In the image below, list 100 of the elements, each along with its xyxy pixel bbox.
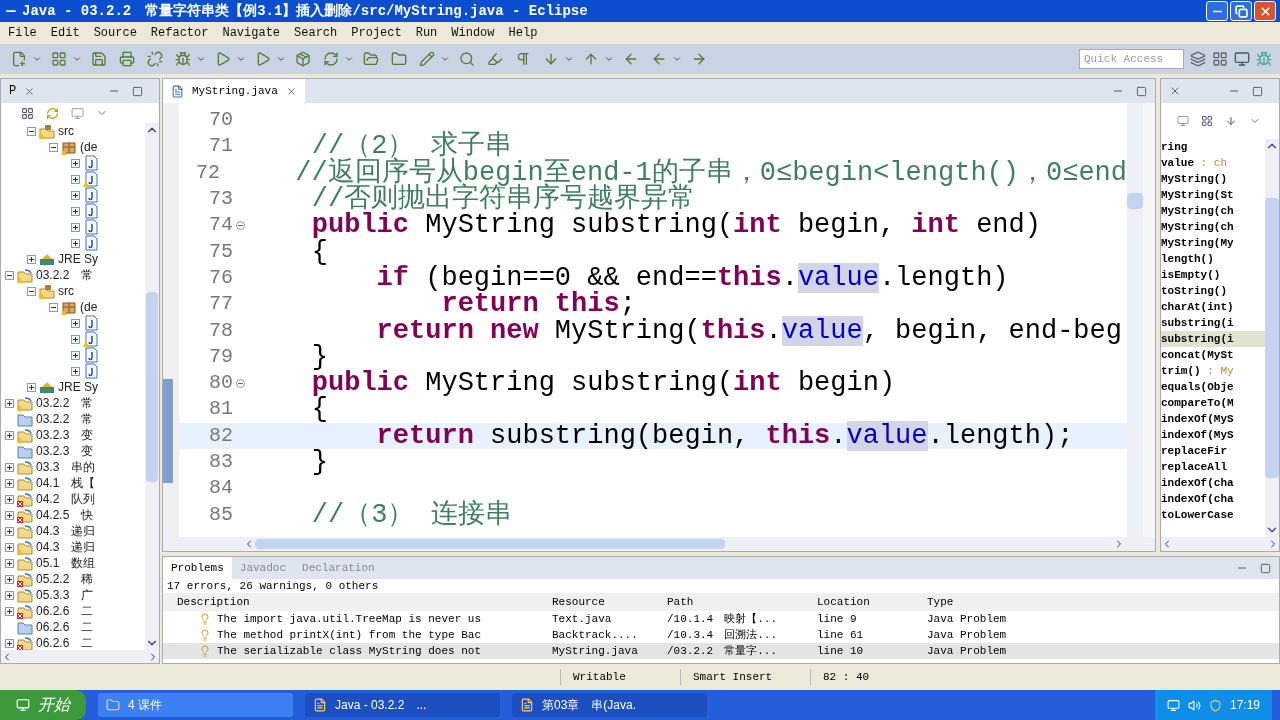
- outline-item[interactable]: substring(i: [1161, 315, 1265, 331]
- tree-item-label[interactable]: 04.2.5 快: [36, 506, 94, 524]
- collapse-icon[interactable]: [27, 286, 36, 296]
- close-icon[interactable]: [24, 85, 36, 97]
- expand-icon[interactable]: [5, 558, 14, 568]
- outline-item[interactable]: substring(i: [1161, 331, 1265, 347]
- expand-icon[interactable]: [27, 254, 36, 264]
- column-header[interactable]: Path: [667, 593, 817, 611]
- expand-icon[interactable]: [5, 398, 14, 408]
- outline-item[interactable]: trim() : My: [1161, 363, 1265, 379]
- outline-item[interactable]: toString(): [1161, 283, 1265, 299]
- quick-access-field[interactable]: Quick Access: [1079, 49, 1184, 69]
- tree-item-label[interactable]: 06.2.6 二: [36, 602, 94, 620]
- tree-item-label[interactable]: 03.3 串的: [36, 458, 96, 476]
- collapse-all-icon[interactable]: [21, 106, 34, 120]
- scrollbar[interactable]: [145, 123, 159, 650]
- expand-icon[interactable]: [5, 606, 14, 616]
- close-button[interactable]: [1254, 1, 1276, 21]
- outline-item[interactable]: toLowerCase: [1161, 507, 1265, 523]
- horizontal-scrollbar[interactable]: [163, 537, 1155, 551]
- outline-item[interactable]: MyString(My: [1161, 235, 1265, 251]
- outline-item[interactable]: indexOf(MyS: [1161, 411, 1265, 427]
- collapse-icon[interactable]: [49, 142, 58, 152]
- outline-item[interactable]: isEmpty(): [1161, 267, 1265, 283]
- tree-item-label[interactable]: src: [58, 123, 74, 140]
- expand-icon[interactable]: [27, 382, 36, 392]
- tree-item-label[interactable]: JRE Sy: [58, 378, 98, 396]
- menu-item[interactable]: Run: [415, 24, 438, 42]
- perspective-icon[interactable]: [1190, 51, 1206, 67]
- horizontal-scrollbar[interactable]: [1161, 537, 1279, 551]
- scrollbar[interactable]: [1127, 103, 1143, 537]
- menu-item[interactable]: Project: [351, 24, 402, 42]
- outline-item[interactable]: ring: [1161, 139, 1265, 155]
- minimize-button[interactable]: [1206, 1, 1228, 21]
- column-header[interactable]: Description: [177, 593, 552, 611]
- menu-item[interactable]: Search: [294, 24, 338, 42]
- menu-item[interactable]: File: [8, 24, 37, 42]
- tree-item-label[interactable]: 04.2 队列: [36, 490, 96, 508]
- expand-icon[interactable]: [71, 158, 80, 168]
- outline-item[interactable]: indexOf(MyS: [1161, 427, 1265, 443]
- tree-item-label[interactable]: 03.2.2 常: [36, 410, 94, 428]
- expand-icon[interactable]: [5, 494, 14, 504]
- collapse-icon[interactable]: [5, 270, 14, 280]
- menu-item[interactable]: Edit: [50, 24, 80, 42]
- menu-item[interactable]: Refactor: [150, 24, 209, 42]
- taskbar-button[interactable]: 4 课件: [98, 693, 293, 717]
- outline-item[interactable]: MyString(St: [1161, 187, 1265, 203]
- outline-item[interactable]: replaceAll: [1161, 459, 1265, 475]
- expand-icon[interactable]: [71, 318, 80, 328]
- dropdown-icon[interactable]: [672, 54, 682, 64]
- editor-tab[interactable]: MyString.java: [163, 79, 305, 103]
- outline-item[interactable]: compareTo(M: [1161, 395, 1265, 411]
- collapse-all-icon[interactable]: [1201, 115, 1213, 127]
- expand-icon[interactable]: [5, 542, 14, 552]
- tree-item-label[interactable]: (de: [80, 298, 98, 316]
- tree-item-label[interactable]: (de: [80, 138, 98, 156]
- expand-icon[interactable]: [71, 222, 80, 232]
- tree-item-label[interactable]: 03.2.2 常: [36, 266, 94, 284]
- expand-icon[interactable]: [5, 638, 14, 648]
- tree-item-label[interactable]: 03.2.2 常: [36, 394, 94, 412]
- tree-item-label[interactable]: 03.2.3 变: [36, 426, 94, 444]
- outline-item[interactable]: value : ch: [1161, 155, 1265, 171]
- fold-icon[interactable]: [235, 220, 245, 230]
- dropdown-icon[interactable]: [236, 54, 246, 64]
- tree-item-label[interactable]: 06.2.6 二: [36, 618, 94, 636]
- tree-item-label[interactable]: 04.3 递归: [36, 538, 96, 556]
- column-header[interactable]: Location: [817, 593, 927, 611]
- fold-icon[interactable]: [235, 378, 245, 388]
- tree-item-label[interactable]: 05.1 数组: [36, 554, 96, 572]
- expand-icon[interactable]: [5, 526, 14, 536]
- dropdown-icon[interactable]: [440, 54, 450, 64]
- debug-perspective-icon[interactable]: [1256, 51, 1272, 67]
- outline-item[interactable]: replaceFir: [1161, 443, 1265, 459]
- taskbar-button[interactable]: 第03章 串(Java.: [512, 693, 707, 717]
- shield-icon[interactable]: [1208, 698, 1222, 712]
- collapse-icon[interactable]: [27, 126, 36, 136]
- tree-item-label[interactable]: src: [58, 282, 74, 300]
- outline-item[interactable]: charAt(int): [1161, 299, 1265, 315]
- menu-item[interactable]: Window: [451, 24, 495, 42]
- expand-icon[interactable]: [5, 478, 14, 488]
- dropdown-icon[interactable]: [72, 54, 82, 64]
- outline-item[interactable]: equals(Obje: [1161, 379, 1265, 395]
- expand-icon[interactable]: [5, 510, 14, 520]
- scrollbar[interactable]: [1265, 139, 1279, 537]
- dropdown-icon[interactable]: [276, 54, 286, 64]
- tree-item-label[interactable]: 04.3 递归: [36, 522, 96, 540]
- network-icon[interactable]: [1166, 698, 1180, 712]
- dropdown-icon[interactable]: [344, 54, 354, 64]
- maximize-icon[interactable]: [1260, 562, 1271, 574]
- column-header[interactable]: Resource: [552, 593, 667, 611]
- sort-icon[interactable]: [1225, 115, 1237, 127]
- maximize-icon[interactable]: [1252, 85, 1263, 97]
- expand-icon[interactable]: [5, 462, 14, 472]
- close-icon[interactable]: [1169, 85, 1181, 97]
- outline-item[interactable]: concat(MySt: [1161, 347, 1265, 363]
- dropdown-icon[interactable]: [196, 54, 206, 64]
- menu-item[interactable]: Help: [508, 24, 538, 42]
- start-button[interactable]: 开始: [0, 690, 86, 720]
- expand-icon[interactable]: [71, 206, 80, 216]
- dropdown-icon[interactable]: [604, 54, 614, 64]
